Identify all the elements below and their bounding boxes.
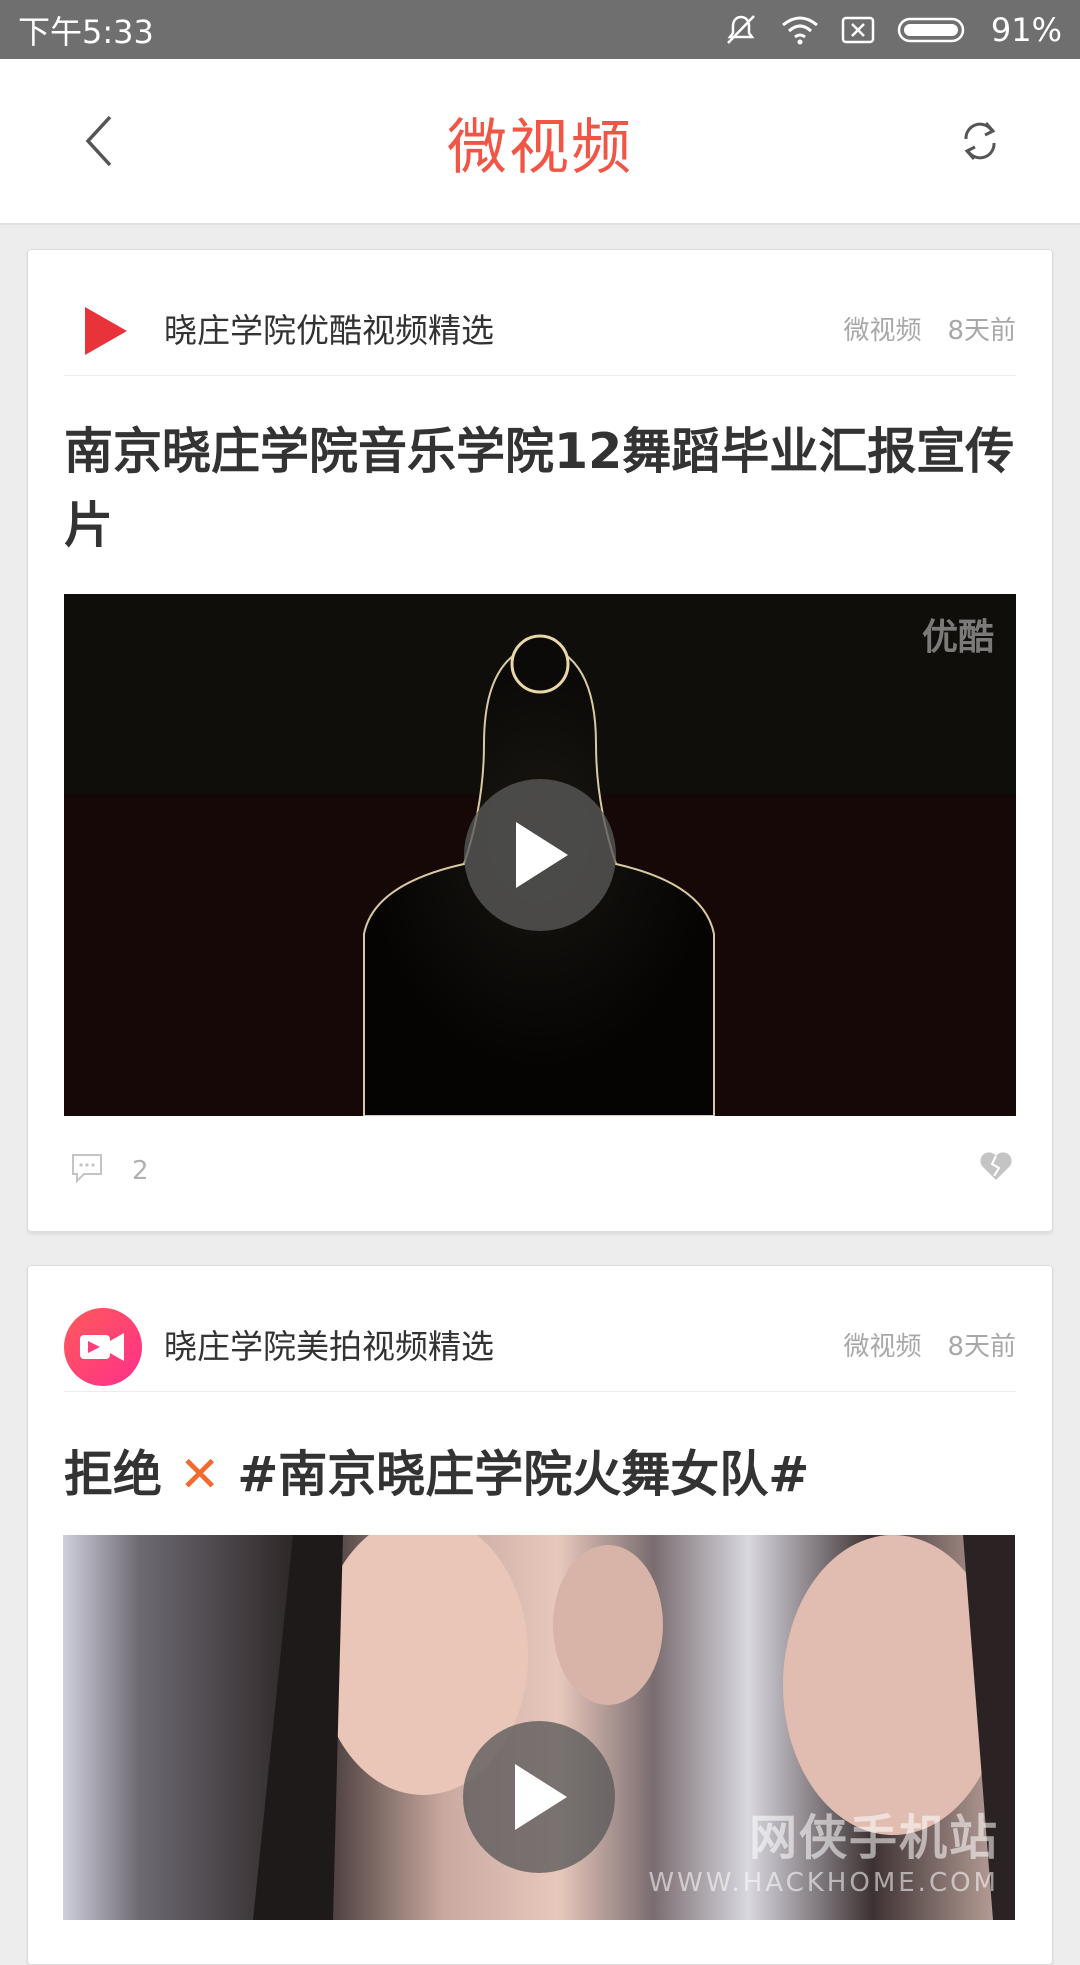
headline-suffix: #南京晓庄学院火舞女队# [237, 1446, 810, 1503]
card-header: 晓庄学院优酷视频精选 微视频 8天前 [64, 300, 1016, 376]
comment-count: 2 [132, 1156, 149, 1186]
play-icon [516, 822, 568, 888]
card-headline[interactable]: 拒绝 ✕ #南京晓庄学院火舞女队# [64, 1438, 1016, 1512]
card-headline[interactable]: 南京晓庄学院音乐学院12舞蹈毕业汇报宣传片 [64, 415, 1016, 563]
wifi-icon [781, 15, 819, 45]
play-icon [515, 1764, 567, 1830]
headline-prefix: 拒绝 [64, 1446, 163, 1503]
feed-card[interactable]: 晓庄学院优酷视频精选 微视频 8天前 南京晓庄学院音乐学院12舞蹈毕业汇报宣传片… [27, 249, 1053, 1232]
app-bar: 微视频 [0, 59, 1080, 225]
comment-icon[interactable] [70, 1152, 104, 1188]
card-header: 晓庄学院美拍视频精选 微视频 8天前 [64, 1308, 1016, 1392]
cross-emoji-icon: ✕ [179, 1446, 221, 1503]
status-time: 下午5:33 [18, 12, 154, 51]
source-name[interactable]: 晓庄学院美拍视频精选 [164, 1320, 494, 1368]
card-meta: 微视频 8天前 [843, 310, 1016, 347]
meipai-logo-icon [64, 1308, 142, 1386]
battery-icon [897, 15, 969, 45]
category-label: 微视频 [843, 1332, 922, 1362]
status-bar: 下午5:33 91% [0, 0, 1080, 59]
battery-percent: 91% [990, 10, 1062, 49]
no-sim-icon [841, 15, 875, 45]
card-meta: 微视频 8天前 [843, 1326, 1016, 1363]
status-icons: 91% [723, 11, 1062, 49]
time-ago: 8天前 [947, 1332, 1016, 1362]
card-footer: 2 [64, 1148, 1016, 1208]
play-button[interactable] [463, 1721, 615, 1873]
site-watermark-cn: 网侠手机站 [748, 1810, 999, 1866]
time-ago: 8天前 [947, 316, 1016, 346]
refresh-button[interactable] [950, 111, 1010, 171]
page-title: 微视频 [447, 113, 633, 183]
category-label: 微视频 [843, 316, 922, 346]
play-button[interactable] [464, 779, 616, 931]
source-name[interactable]: 晓庄学院优酷视频精选 [164, 304, 494, 352]
video-watermark: 优酷 [921, 617, 994, 658]
video-thumbnail[interactable]: 优酷 [64, 594, 1016, 1116]
heart-broken-icon[interactable] [978, 1150, 1014, 1186]
site-watermark: 网侠手机站 WWW.HACKHOME.COM [648, 1798, 999, 1898]
youku-logo-icon [64, 292, 142, 370]
site-watermark-en: WWW.HACKHOME.COM [648, 1868, 999, 1898]
refresh-icon [964, 122, 996, 160]
video-thumbnail[interactable]: 网侠手机站 WWW.HACKHOME.COM [63, 1535, 1015, 1920]
mute-icon [723, 13, 759, 47]
